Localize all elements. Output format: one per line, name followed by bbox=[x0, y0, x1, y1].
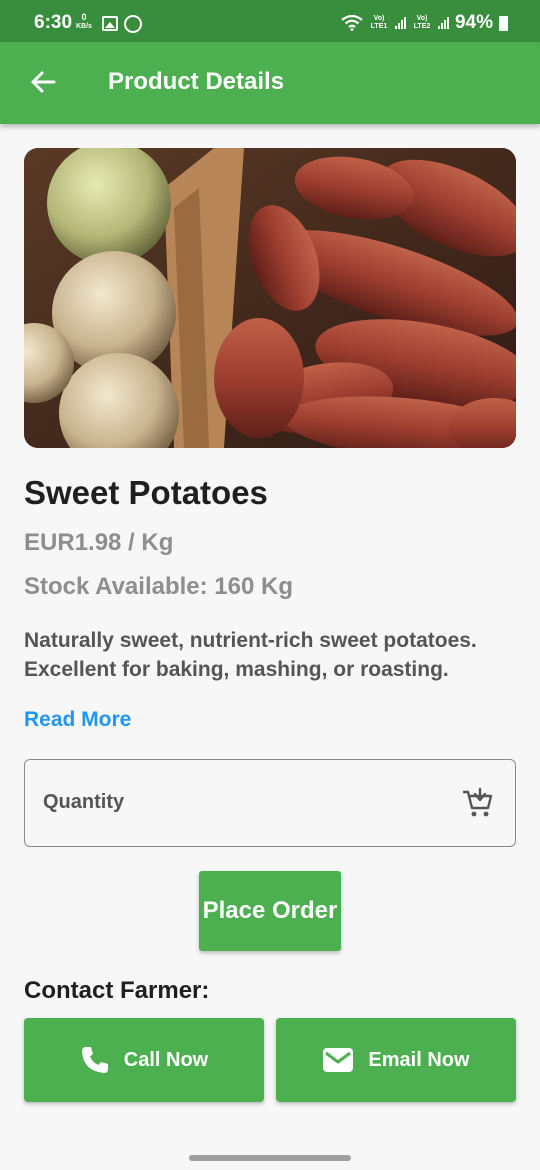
signal-icon bbox=[437, 17, 449, 29]
contact-farmer-label: Contact Farmer: bbox=[24, 977, 210, 1004]
signal-icon bbox=[394, 17, 406, 29]
product-price: EUR1.98 / Kg bbox=[24, 529, 174, 556]
gallery-icon bbox=[102, 16, 118, 31]
wifi-icon bbox=[341, 15, 363, 31]
page-title: Product Details bbox=[108, 68, 285, 95]
net-speed-unit: KB/s bbox=[76, 23, 92, 30]
product-image bbox=[24, 148, 516, 448]
net-speed-value: 0 bbox=[81, 12, 87, 22]
whatsapp-icon bbox=[124, 15, 142, 33]
sim1-label: Vo) LTE1 bbox=[370, 15, 388, 30]
product-photo bbox=[24, 148, 516, 448]
battery-icon bbox=[499, 15, 508, 31]
product-name: Sweet Potatoes bbox=[24, 474, 268, 511]
place-order-button[interactable]: Place Order bbox=[199, 871, 341, 951]
battery-percent: 94% bbox=[454, 12, 493, 33]
read-more-link[interactable]: Read More bbox=[24, 708, 131, 732]
email-now-label: Email Now bbox=[368, 1048, 470, 1071]
mail-icon bbox=[323, 1048, 354, 1072]
call-now-label: Call Now bbox=[123, 1048, 209, 1071]
product-stock: Stock Available: 160 Kg bbox=[24, 573, 293, 600]
status-right-group: Vo) LTE1 Vo) LTE2 94% bbox=[341, 12, 508, 34]
arrow-left-glyph bbox=[31, 71, 56, 93]
product-description: Naturally sweet, nutrient-rich sweet pot… bbox=[24, 629, 477, 681]
add-to-cart-icon bbox=[463, 787, 493, 817]
quantity-field[interactable]: Quantity bbox=[24, 759, 516, 847]
home-indicator[interactable] bbox=[189, 1155, 351, 1161]
email-now-button[interactable]: Email Now bbox=[276, 1018, 516, 1102]
arrow-left-icon[interactable] bbox=[28, 67, 58, 97]
status-time: 6:30 bbox=[34, 12, 73, 33]
net-speed-indicator: 0 KB/s bbox=[76, 13, 92, 31]
call-now-button[interactable]: Call Now bbox=[24, 1018, 264, 1102]
status-bar: 6:30 0 KB/s Vo) LTE1 Vo) LTE2 94% bbox=[0, 0, 540, 42]
sim2-label: Vo) LTE2 bbox=[413, 15, 431, 30]
app-bar: Product Details bbox=[0, 42, 540, 124]
quantity-placeholder: Quantity bbox=[43, 791, 125, 813]
phone-icon bbox=[81, 1047, 108, 1073]
